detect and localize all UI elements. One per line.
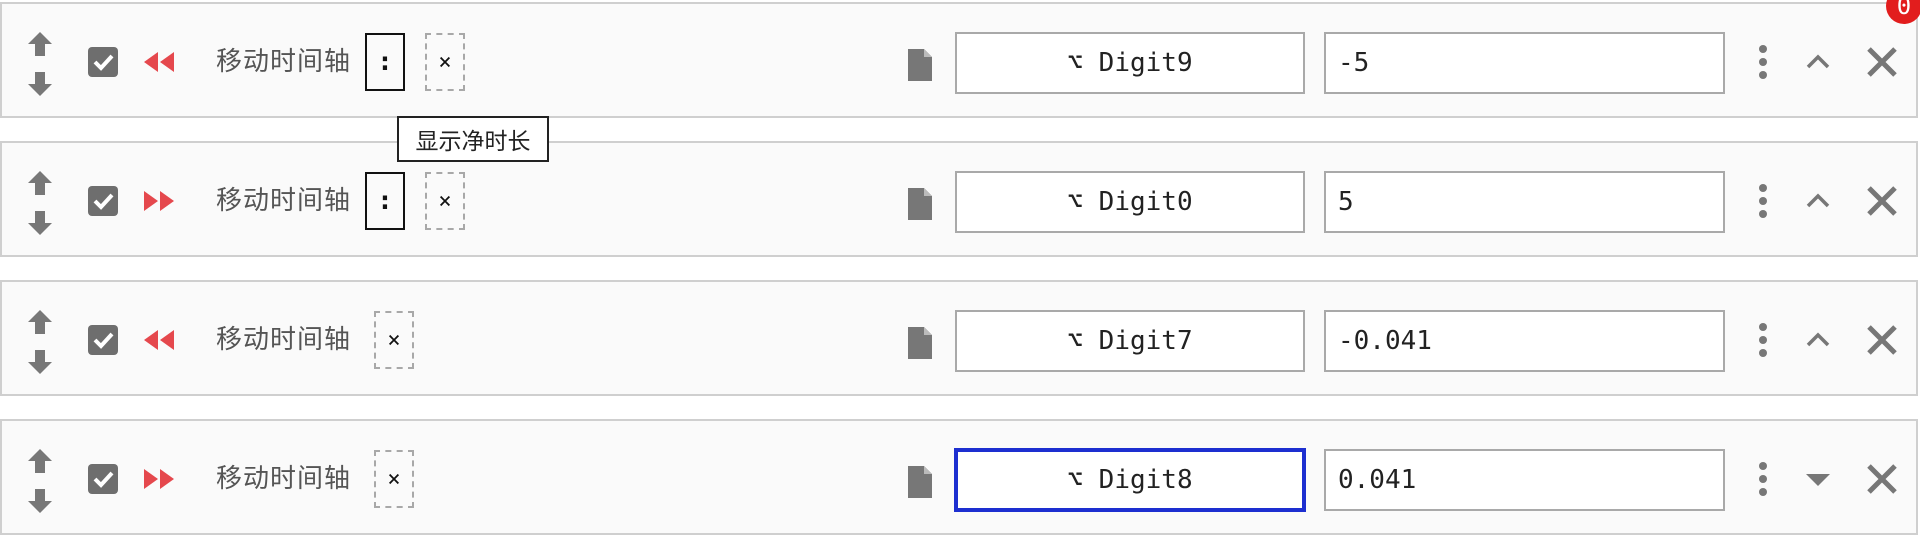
more-options-icon[interactable] (1756, 44, 1770, 80)
enable-checkbox[interactable] (88, 464, 118, 494)
more-options-icon[interactable] (1756, 322, 1770, 358)
key-binding-field[interactable]: ⌥ Digit9 (955, 32, 1305, 94)
shortcut-row: 移动时间轴 × ⌥ Digit7 -0.041 (0, 280, 1918, 396)
move-down-icon[interactable] (26, 348, 54, 376)
checkmark-icon (93, 471, 114, 488)
key-binding-field[interactable]: ⌥ Digit8 (954, 448, 1306, 512)
move-down-icon[interactable] (26, 487, 54, 515)
chevron-up-icon[interactable] (1804, 187, 1832, 215)
close-icon[interactable] (1864, 44, 1900, 80)
move-up-icon[interactable] (26, 30, 54, 58)
clear-chip[interactable]: × (425, 33, 465, 91)
clear-chip[interactable]: × (425, 172, 465, 230)
fast-forward-icon (144, 191, 174, 211)
file-icon[interactable] (908, 327, 932, 359)
move-up-icon[interactable] (26, 447, 54, 475)
action-label: 移动时间轴 (216, 186, 352, 216)
action-label: 移动时间轴 (216, 325, 352, 355)
caret-down-icon[interactable] (1804, 465, 1832, 493)
tooltip-show-net-duration: 显示净时长 (397, 116, 549, 162)
key-binding-field[interactable]: ⌥ Digit7 (955, 310, 1305, 372)
clear-chip[interactable]: × (374, 311, 414, 369)
shortcut-row: 移动时间轴 : × ⌥ Digit9 -5 (0, 2, 1918, 118)
key-binding-field[interactable]: ⌥ Digit0 (955, 171, 1305, 233)
fast-forward-icon (144, 469, 174, 489)
more-options-icon[interactable] (1756, 461, 1770, 497)
enable-checkbox[interactable] (88, 325, 118, 355)
move-down-icon[interactable] (26, 209, 54, 237)
offset-value-input[interactable]: -5 (1324, 32, 1725, 94)
enable-checkbox[interactable] (88, 47, 118, 77)
move-down-icon[interactable] (26, 70, 54, 98)
offset-value-input[interactable]: -0.041 (1324, 310, 1725, 372)
shortcut-row: 移动时间轴 : × ⌥ Digit0 5 (0, 141, 1918, 257)
chevron-up-icon[interactable] (1804, 48, 1832, 76)
rewind-icon (144, 330, 174, 350)
close-icon[interactable] (1864, 461, 1900, 497)
shortcut-list: 移动时间轴 : × ⌥ Digit9 -5 移动时间轴 : × ⌥ Digit0… (0, 0, 1920, 540)
shortcut-row: 移动时间轴 × ⌥ Digit8 0.041 (0, 419, 1918, 535)
show-net-duration-chip[interactable]: : (365, 172, 405, 230)
checkmark-icon (93, 193, 114, 210)
clear-chip[interactable]: × (374, 450, 414, 508)
show-net-duration-chip[interactable]: : (365, 33, 405, 91)
move-up-icon[interactable] (26, 169, 54, 197)
file-icon[interactable] (908, 188, 932, 220)
rewind-icon (144, 52, 174, 72)
close-icon[interactable] (1864, 183, 1900, 219)
action-label: 移动时间轴 (216, 47, 352, 77)
offset-value-input[interactable]: 0.041 (1324, 449, 1725, 511)
file-icon[interactable] (908, 49, 932, 81)
chevron-up-icon[interactable] (1804, 326, 1832, 354)
enable-checkbox[interactable] (88, 186, 118, 216)
checkmark-icon (93, 54, 114, 71)
move-up-icon[interactable] (26, 308, 54, 336)
more-options-icon[interactable] (1756, 183, 1770, 219)
close-icon[interactable] (1864, 322, 1900, 358)
offset-value-input[interactable]: 5 (1324, 171, 1725, 233)
checkmark-icon (93, 332, 114, 349)
file-icon[interactable] (908, 466, 932, 498)
action-label: 移动时间轴 (216, 464, 352, 494)
